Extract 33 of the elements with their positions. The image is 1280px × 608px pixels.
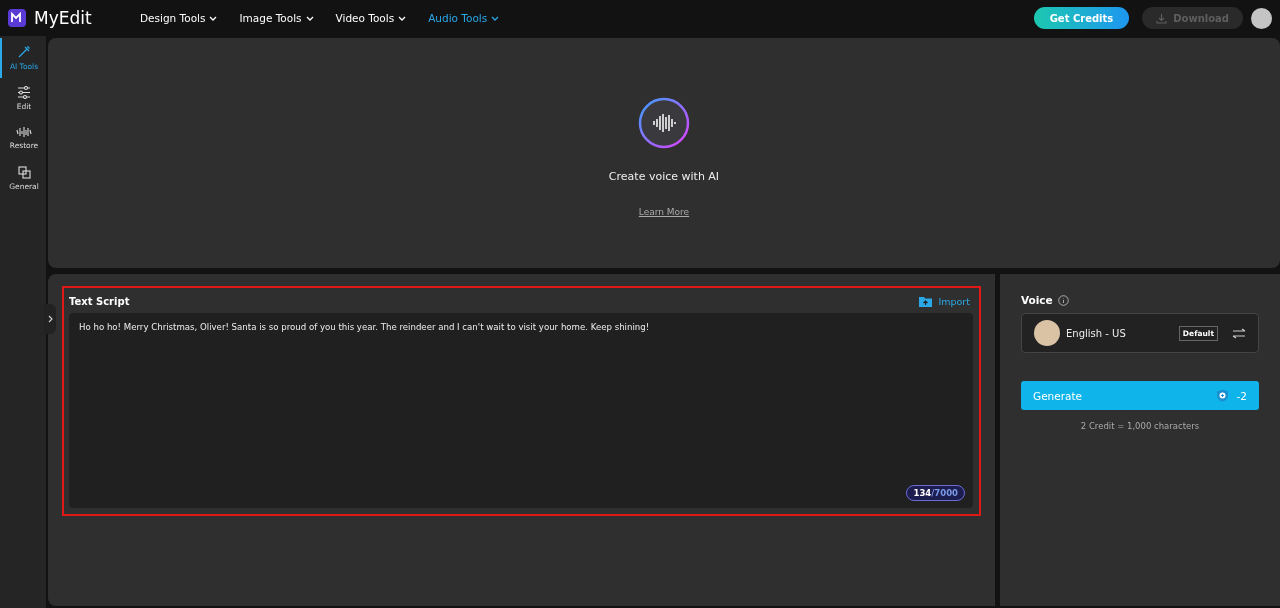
nav-menu[interactable]: Design Tools bbox=[140, 12, 218, 24]
swap-icon[interactable] bbox=[1232, 327, 1246, 339]
chevron-down-icon bbox=[491, 15, 500, 21]
learn-more-link[interactable]: Learn More bbox=[638, 206, 690, 217]
sliders-icon bbox=[17, 85, 31, 99]
voice-orb-icon bbox=[637, 95, 691, 150]
section-title: Text Script bbox=[69, 296, 130, 307]
chevron-right-icon bbox=[47, 315, 53, 323]
folder-upload-icon bbox=[919, 296, 933, 307]
chevron-down-icon bbox=[209, 15, 218, 21]
magic-wand-icon bbox=[17, 45, 31, 59]
waveform-icon bbox=[16, 126, 32, 138]
expand-toggle[interactable] bbox=[44, 304, 56, 334]
credit-shield-icon bbox=[1215, 389, 1229, 402]
chevron-down-icon bbox=[305, 15, 314, 21]
user-avatar[interactable] bbox=[1251, 7, 1272, 29]
download-icon bbox=[1156, 12, 1168, 24]
brand-name: MyEdit bbox=[34, 8, 92, 28]
logo-icon bbox=[8, 9, 26, 27]
character-limit: /7000 bbox=[931, 488, 958, 498]
copy-icon bbox=[17, 165, 31, 179]
nav-menu[interactable]: Image Tools bbox=[239, 12, 314, 24]
nav-menu[interactable]: Video Tools bbox=[335, 12, 407, 24]
voice-name: English - US bbox=[1066, 327, 1127, 339]
import-button[interactable]: Import bbox=[919, 296, 973, 307]
character-count: 134 bbox=[913, 488, 932, 498]
info-icon bbox=[1057, 294, 1069, 306]
chevron-down-icon bbox=[398, 15, 407, 21]
voice-avatar bbox=[1034, 320, 1060, 346]
nav-menu[interactable]: Audio Tools bbox=[428, 12, 500, 24]
hero-title: Create voice with AI bbox=[608, 169, 720, 183]
voice-label: Voice bbox=[1021, 294, 1053, 306]
credit-note: 2 Credit = 1,000 characters bbox=[1079, 421, 1201, 431]
